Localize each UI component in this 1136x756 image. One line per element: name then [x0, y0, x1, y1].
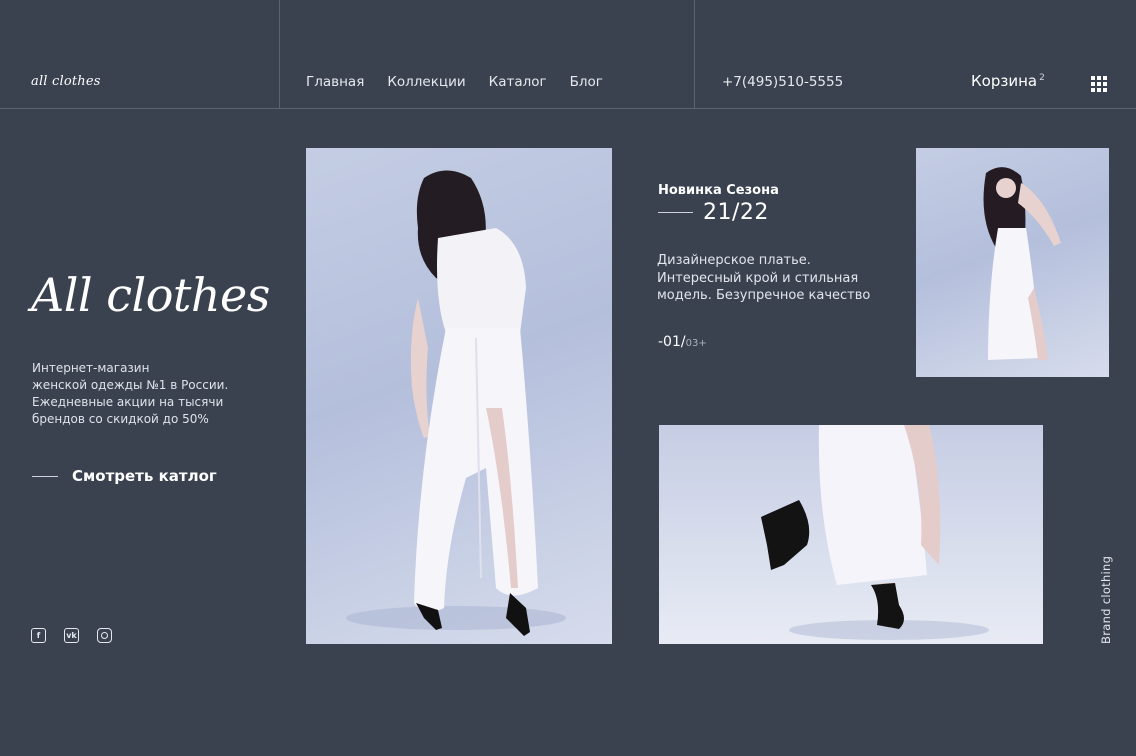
- season-dash: [658, 212, 693, 213]
- pager-current: -01/: [658, 334, 686, 350]
- nav-item-catalog[interactable]: Каталог: [489, 74, 547, 90]
- pager-total: 03+: [685, 338, 707, 349]
- view-catalog-link[interactable]: Смотреть катлог: [32, 467, 217, 485]
- brand-clothing-label: Brand clothing: [1099, 555, 1113, 644]
- cart-count-badge: 2: [1039, 73, 1045, 83]
- instagram-icon[interactable]: [97, 628, 112, 643]
- nav-item-blog[interactable]: Блог: [570, 74, 603, 90]
- facebook-icon[interactable]: f: [31, 628, 46, 643]
- grid-menu-icon[interactable]: [1091, 76, 1107, 92]
- phone-number[interactable]: +7(495)510-5555: [722, 74, 843, 90]
- cta-dash: [32, 475, 58, 477]
- hero-title: All clothes: [31, 268, 270, 322]
- vk-icon[interactable]: vk: [64, 628, 79, 643]
- hero-description: Интернет-магазин женской одежды №1 в Рос…: [32, 361, 229, 426]
- main-nav: Главная Коллекции Каталог Блог: [306, 74, 626, 90]
- season-label: Новинка Сезона: [658, 183, 779, 198]
- cart-button[interactable]: Корзина 2: [971, 72, 1045, 90]
- header-divider: [279, 0, 280, 109]
- logo[interactable]: all clothes: [31, 74, 101, 89]
- season-number: 21/22: [658, 200, 769, 225]
- season-description: Дизайнерское платье. Интересный крой и с…: [657, 253, 871, 303]
- detail-product-photo[interactable]: [659, 425, 1043, 644]
- main-product-photo[interactable]: [306, 148, 612, 644]
- social-links: f vk: [31, 628, 112, 643]
- nav-item-home[interactable]: Главная: [306, 74, 364, 90]
- site-header: all clothes Главная Коллекции Каталог Бл…: [0, 0, 1136, 109]
- cta-label: Смотреть катлог: [72, 467, 217, 485]
- slide-pager[interactable]: -01/03+: [658, 331, 707, 350]
- secondary-product-photo[interactable]: [916, 148, 1109, 377]
- header-divider: [694, 0, 695, 109]
- nav-item-collections[interactable]: Коллекции: [387, 74, 465, 90]
- cart-label: Корзина: [971, 72, 1038, 90]
- season-number-value: 21/22: [703, 200, 769, 225]
